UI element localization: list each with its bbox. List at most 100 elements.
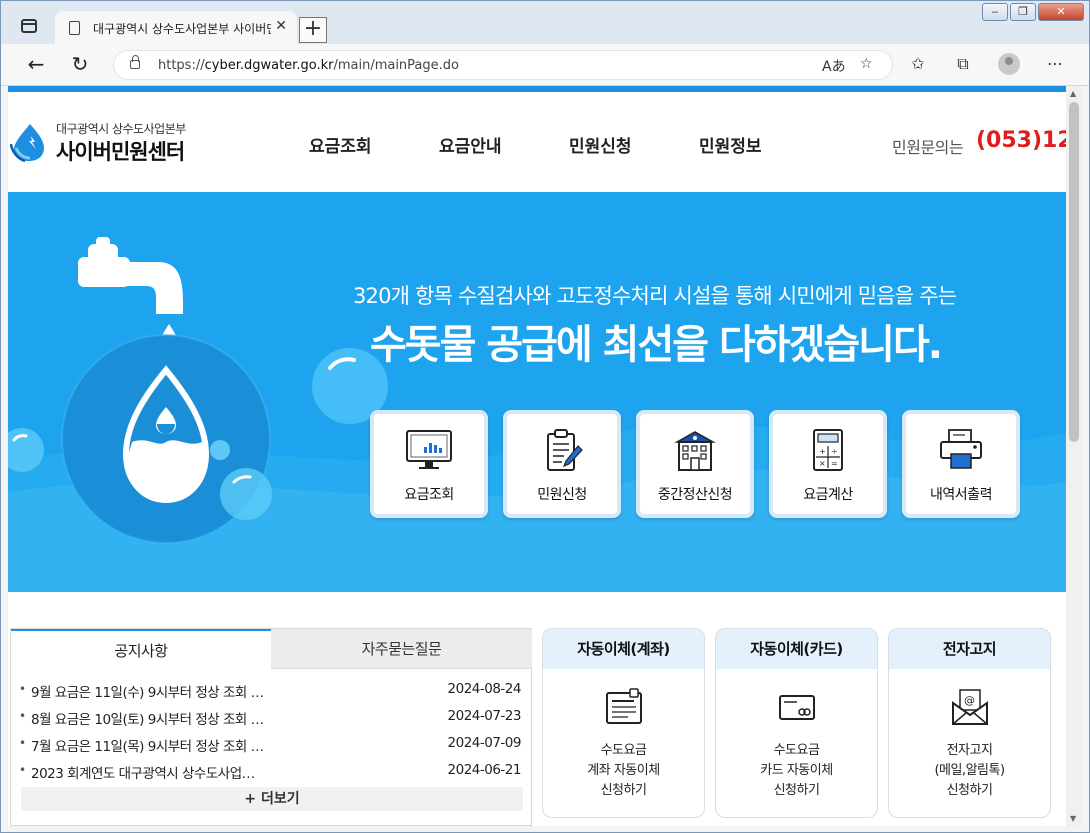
card-line: 신청하기 bbox=[946, 783, 993, 798]
nav-civil-request[interactable]: 민원신청 bbox=[569, 132, 632, 157]
hero-title: 수돗물 공급에 최선을 다하겠습니다. bbox=[370, 322, 943, 368]
nav-fee-guide[interactable]: 요금안내 bbox=[439, 132, 502, 157]
notice-item[interactable]: • 9월 요금은 11일(수) 9시부터 정상 조회 … 2024-08-24 bbox=[19, 677, 523, 703]
more-button[interactable]: + 더보기 bbox=[21, 787, 523, 811]
page-viewport: 대구광역시 상수도사업본부 사이버민원센터 요금조회 요금안내 민원신청 민원정… bbox=[8, 86, 1066, 826]
minimize-button[interactable]: ‒ bbox=[982, 3, 1008, 21]
scroll-up-icon[interactable]: ▲ bbox=[1070, 89, 1076, 98]
bullet-icon: • bbox=[19, 763, 26, 777]
read-aloud-icon[interactable]: Aあ bbox=[822, 56, 846, 76]
quick-statement-print-button[interactable]: 내역서출력 bbox=[902, 410, 1020, 518]
favorites-icon[interactable]: ✩ bbox=[907, 54, 929, 73]
new-tab-button[interactable]: + bbox=[299, 17, 327, 43]
svg-text:×: × bbox=[819, 459, 826, 468]
page-scrollbar[interactable]: ▲ ▼ bbox=[1066, 86, 1082, 826]
quick-label: 요금조회 bbox=[404, 487, 454, 503]
notice-title[interactable]: 7월 요금은 11일(목) 9시부터 정상 조회 … bbox=[31, 735, 287, 755]
water-drop-logo-icon[interactable] bbox=[10, 122, 46, 162]
url-text[interactable]: https://cyber.dgwater.go.kr/main/mainPag… bbox=[158, 58, 459, 73]
tab-title: 대구광역시 상수도사업본부 사이버민원센터 bbox=[93, 22, 271, 36]
clipboard-pen-icon bbox=[547, 429, 583, 471]
card-line: (메일,알림톡) bbox=[934, 763, 1005, 778]
svg-text:÷: ÷ bbox=[831, 447, 838, 456]
quick-civil-request-button[interactable]: 민원신청 bbox=[503, 410, 621, 518]
card-title: 전자고지 bbox=[889, 629, 1050, 669]
quick-fee-calc-button[interactable]: + ÷ × = 요금계산 bbox=[769, 410, 887, 518]
faucet-icon bbox=[78, 237, 183, 347]
address-bar[interactable]: https://cyber.dgwater.go.kr/main/mainPag… bbox=[113, 50, 893, 80]
more-menu-icon[interactable]: ⋯ bbox=[1044, 54, 1066, 73]
url-path: /main/mainPage.do bbox=[333, 58, 459, 73]
site-header: 대구광역시 상수도사업본부 사이버민원센터 요금조회 요금안내 민원신청 민원정… bbox=[8, 92, 1066, 192]
collections-icon[interactable]: ⧉ bbox=[952, 54, 974, 74]
notice-item[interactable]: • 7월 요금은 11일(목) 9시부터 정상 조회 … 2024-07-09 bbox=[19, 731, 523, 757]
quick-label: 요금계산 bbox=[803, 487, 853, 503]
svg-text:+: + bbox=[819, 447, 826, 456]
notice-date: 2024-06-21 bbox=[447, 762, 522, 778]
credit-card-icon bbox=[779, 695, 815, 720]
tab-faq[interactable]: 자주묻는질문 bbox=[271, 629, 532, 669]
nav-civil-info[interactable]: 민원정보 bbox=[699, 132, 762, 157]
browser-window: 대구광역시 상수도사업본부 사이버민원센터 ✕ + ‒ ❐ ✕ ← ↻ http… bbox=[0, 0, 1090, 833]
monitor-chart-icon bbox=[406, 430, 452, 469]
browser-tab[interactable]: 대구광역시 상수도사업본부 사이버민원센터 ✕ bbox=[55, 11, 297, 45]
bank-form-icon bbox=[606, 688, 642, 724]
e-notice-card[interactable]: 전자고지 @ 전자고지 (메일,알림톡) 신청하기 bbox=[888, 628, 1051, 818]
site-name[interactable]: 사이버민원센터 bbox=[56, 136, 185, 166]
card-title: 자동이체(카드) bbox=[716, 629, 877, 669]
tab-actions-icon[interactable] bbox=[21, 19, 37, 33]
card-line: 계좌 자동이체 bbox=[587, 763, 660, 778]
card-line: 카드 자동이체 bbox=[760, 763, 833, 778]
quick-label: 중간정산신청 bbox=[657, 487, 733, 503]
notice-title[interactable]: 2023 회계연도 대구광역시 상수도사업… bbox=[31, 762, 287, 782]
hero-banner: 320개 항목 수질검사와 고도정수처리 시설을 통해 시민에게 믿음을 주는 … bbox=[8, 192, 1066, 592]
url-host: cyber.dgwater.go.kr bbox=[204, 58, 334, 73]
close-tab-icon[interactable]: ✕ bbox=[275, 18, 287, 34]
add-favorite-icon[interactable]: ☆ bbox=[860, 56, 873, 72]
lock-icon[interactable] bbox=[130, 55, 140, 69]
card-autopay-card[interactable]: 자동이체(카드) 수도요금 카드 자동이체 신청하기 bbox=[715, 628, 878, 818]
building-icon bbox=[674, 431, 716, 471]
scroll-thumb[interactable] bbox=[1069, 102, 1079, 442]
notice-board: 공지사항 자주묻는질문 • 9월 요금은 11일(수) 9시부터 정상 조회 …… bbox=[10, 628, 532, 826]
notice-date: 2024-07-23 bbox=[447, 708, 522, 724]
printer-icon bbox=[940, 429, 982, 469]
card-line: 신청하기 bbox=[773, 783, 820, 798]
contact-label: 민원문의는 bbox=[892, 138, 964, 157]
restore-button[interactable]: ❐ bbox=[1010, 3, 1036, 21]
quick-interim-settlement-button[interactable]: 중간정산신청 bbox=[636, 410, 754, 518]
bullet-icon: • bbox=[19, 709, 26, 723]
nav-fee-inquiry[interactable]: 요금조회 bbox=[309, 132, 372, 157]
notice-date: 2024-08-24 bbox=[447, 681, 522, 697]
notice-date: 2024-07-09 bbox=[447, 735, 522, 751]
tab-notices[interactable]: 공지사항 bbox=[11, 629, 271, 669]
card-line: 수도요금 bbox=[773, 743, 820, 758]
tab-bar: 대구광역시 상수도사업본부 사이버민원센터 ✕ + ‒ ❐ ✕ bbox=[1, 1, 1089, 45]
hero-illustration bbox=[8, 237, 1066, 592]
org-name[interactable]: 대구광역시 상수도사업본부 bbox=[56, 120, 186, 137]
close-window-button[interactable]: ✕ bbox=[1038, 3, 1084, 21]
quick-fee-inquiry-button[interactable]: 요금조회 bbox=[370, 410, 488, 518]
quick-label: 내역서출력 bbox=[930, 487, 992, 503]
svg-text:@: @ bbox=[964, 694, 975, 707]
notice-item[interactable]: • 2023 회계연도 대구광역시 상수도사업… 2024-06-21 bbox=[19, 758, 523, 784]
card-line: 수도요금 bbox=[600, 743, 647, 758]
card-line: 전자고지 bbox=[946, 743, 993, 758]
scroll-down-icon[interactable]: ▼ bbox=[1070, 814, 1076, 823]
svg-text:=: = bbox=[831, 459, 838, 468]
account-autopay-card[interactable]: 자동이체(계좌) 수도요금 계좌 자동이체 신청하기 bbox=[542, 628, 705, 818]
email-envelope-icon: @ bbox=[952, 689, 988, 725]
notice-title[interactable]: 8월 요금은 10일(토) 9시부터 정상 조회 … bbox=[31, 708, 287, 728]
refresh-icon[interactable]: ↻ bbox=[67, 52, 93, 78]
url-scheme: https:// bbox=[158, 58, 205, 73]
address-toolbar: ← ↻ https://cyber.dgwater.go.kr/main/mai… bbox=[1, 44, 1089, 86]
notice-title[interactable]: 9월 요금은 11일(수) 9시부터 정상 조회 … bbox=[31, 681, 287, 701]
card-line: 신청하기 bbox=[600, 783, 647, 798]
notice-item[interactable]: • 8월 요금은 10일(토) 9시부터 정상 조회 … 2024-07-23 bbox=[19, 704, 523, 730]
quick-label: 민원신청 bbox=[537, 487, 587, 503]
bullet-icon: • bbox=[19, 736, 26, 750]
hero-subtitle: 320개 항목 수질검사와 고도정수처리 시설을 통해 시민에게 믿음을 주는 bbox=[353, 284, 957, 308]
calculator-icon: + ÷ × = bbox=[813, 429, 843, 471]
profile-avatar[interactable] bbox=[998, 53, 1020, 75]
back-icon[interactable]: ← bbox=[23, 52, 49, 78]
